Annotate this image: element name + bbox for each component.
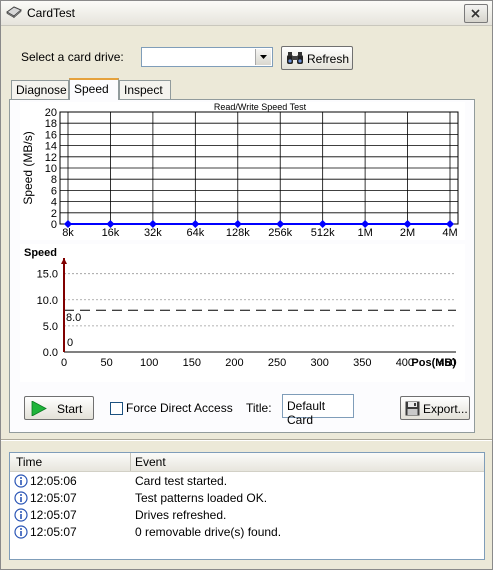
x-tick-label: 32k	[144, 227, 162, 239]
column-header-event[interactable]: Event	[135, 455, 166, 469]
drive-select[interactable]	[141, 47, 273, 67]
info-icon	[14, 491, 28, 508]
close-icon	[471, 9, 480, 18]
speed-tab-panel: 0 2 4 6 8 10 12 14 16 18 20 8k 16k 32k 64k 128k 256k 512k…	[9, 99, 475, 433]
force-direct-access-label[interactable]: Force Direct Access	[126, 401, 233, 415]
chart-title: Read/Write Speed Test	[214, 102, 307, 112]
y-tick-label: 5.0	[43, 321, 58, 333]
title-bar: CardTest	[1, 1, 492, 26]
start-button[interactable]: Start	[24, 396, 94, 420]
y-tick-label: 14	[45, 141, 57, 153]
tab-inspect[interactable]: Inspect	[119, 80, 171, 99]
info-icon	[14, 525, 28, 542]
log-time: 12:05:07	[30, 508, 77, 522]
log-row[interactable]: 12:05:07 Test patterns loaded OK.	[10, 490, 484, 507]
log-time: 12:05:07	[30, 491, 77, 505]
tab-diagnose[interactable]: Diagnose	[11, 80, 69, 99]
chevron-down-icon	[260, 55, 267, 59]
log-event: Drives refreshed.	[135, 508, 227, 522]
x-tick-label: 100	[140, 357, 158, 369]
cardtest-window: CardTest Select a card drive: Refresh Di…	[0, 0, 493, 570]
x-tick-label: 150	[183, 357, 201, 369]
info-icon	[14, 508, 28, 525]
refresh-label: Refresh	[307, 52, 350, 66]
log-event: Card test started.	[135, 474, 228, 488]
x-tick-label: 1M	[357, 227, 372, 239]
force-direct-access-checkbox[interactable]	[110, 402, 123, 415]
tab-speed[interactable]: Speed	[69, 78, 119, 100]
x-tick-label: 64k	[186, 227, 204, 239]
export-label: Export...	[423, 402, 468, 416]
x-tick-label: 16k	[102, 227, 120, 239]
y-tick-label: 16	[45, 129, 57, 141]
reference-line-label: 8.0	[66, 312, 81, 324]
x-tick-label: 200	[225, 357, 243, 369]
x-axis-label: Pos(MB)	[411, 357, 456, 369]
title-input[interactable]: Default Card	[282, 394, 354, 427]
x-tick-label: 128k	[226, 227, 250, 239]
y-tick-label: 2	[51, 208, 57, 220]
y-tick-label: 6	[51, 185, 57, 197]
y-tick-label: 10	[45, 163, 57, 175]
refresh-button[interactable]: Refresh	[281, 46, 353, 70]
x-tick-label: 300	[310, 357, 328, 369]
close-button[interactable]	[464, 4, 488, 23]
x-tick-label: 4M	[442, 227, 457, 239]
y-tick-label: 0	[51, 219, 57, 231]
y-tick-label: 4	[51, 197, 57, 209]
divider	[1, 439, 492, 441]
window-title: CardTest	[27, 6, 76, 20]
play-icon	[31, 400, 47, 419]
x-tick-label: 8k	[62, 227, 74, 239]
speed-test-chart: 02468101214161820 8k 16k 32k 64k 128k 256k 512k…	[20, 102, 465, 240]
y-tick-label: 8	[51, 174, 57, 186]
y-tick-label: 12	[45, 152, 57, 164]
drive-label: Select a card drive:	[21, 50, 124, 64]
drive-dropdown-button[interactable]	[255, 49, 271, 65]
x-tick-label: 250	[268, 357, 286, 369]
y-axis-label: Speed (MB/s)	[21, 131, 35, 204]
card-drive-icon	[6, 6, 22, 21]
floppy-disk-icon	[405, 401, 420, 419]
export-button[interactable]: Export...	[400, 396, 470, 420]
log-header: Time Event	[10, 453, 484, 472]
event-log[interactable]: Time Event 12:05:06 Card test started. 1…	[9, 452, 485, 560]
log-row[interactable]: 12:05:06 Card test started.	[10, 473, 484, 490]
column-header-time[interactable]: Time	[16, 455, 42, 469]
x-tick-label: 256k	[268, 227, 292, 239]
log-row[interactable]: 12:05:07 Drives refreshed.	[10, 507, 484, 524]
binoculars-icon	[286, 51, 304, 68]
y-tick-label: 15.0	[37, 269, 58, 281]
log-time: 12:05:06	[30, 474, 77, 488]
log-row[interactable]: 12:05:07 0 removable drive(s) found.	[10, 524, 484, 541]
x-tick-label: 0	[61, 357, 67, 369]
position-speed-chart: 0.05.010.015.00 50 100 150 200 250 300 350 400 45…	[20, 244, 465, 382]
x-tick-label: 350	[353, 357, 371, 369]
start-label: Start	[57, 402, 83, 416]
x-tick-label: 512k	[311, 227, 335, 239]
column-divider[interactable]	[130, 453, 131, 471]
x-tick-label: 50	[100, 357, 112, 369]
x-tick-label: 2M	[400, 227, 415, 239]
info-icon	[14, 474, 28, 491]
title-label: Title:	[246, 401, 272, 415]
y-tick-label: 20	[45, 107, 57, 119]
y-axis-label: Speed	[24, 247, 57, 259]
log-time: 12:05:07	[30, 525, 77, 539]
y-tick-label: 10.0	[37, 295, 58, 307]
y-tick-label: 0.0	[43, 347, 58, 359]
log-event: Test patterns loaded OK.	[135, 491, 268, 505]
marker-label: 0	[67, 337, 73, 349]
y-tick-label: 18	[45, 118, 57, 130]
log-event: 0 removable drive(s) found.	[135, 525, 282, 539]
